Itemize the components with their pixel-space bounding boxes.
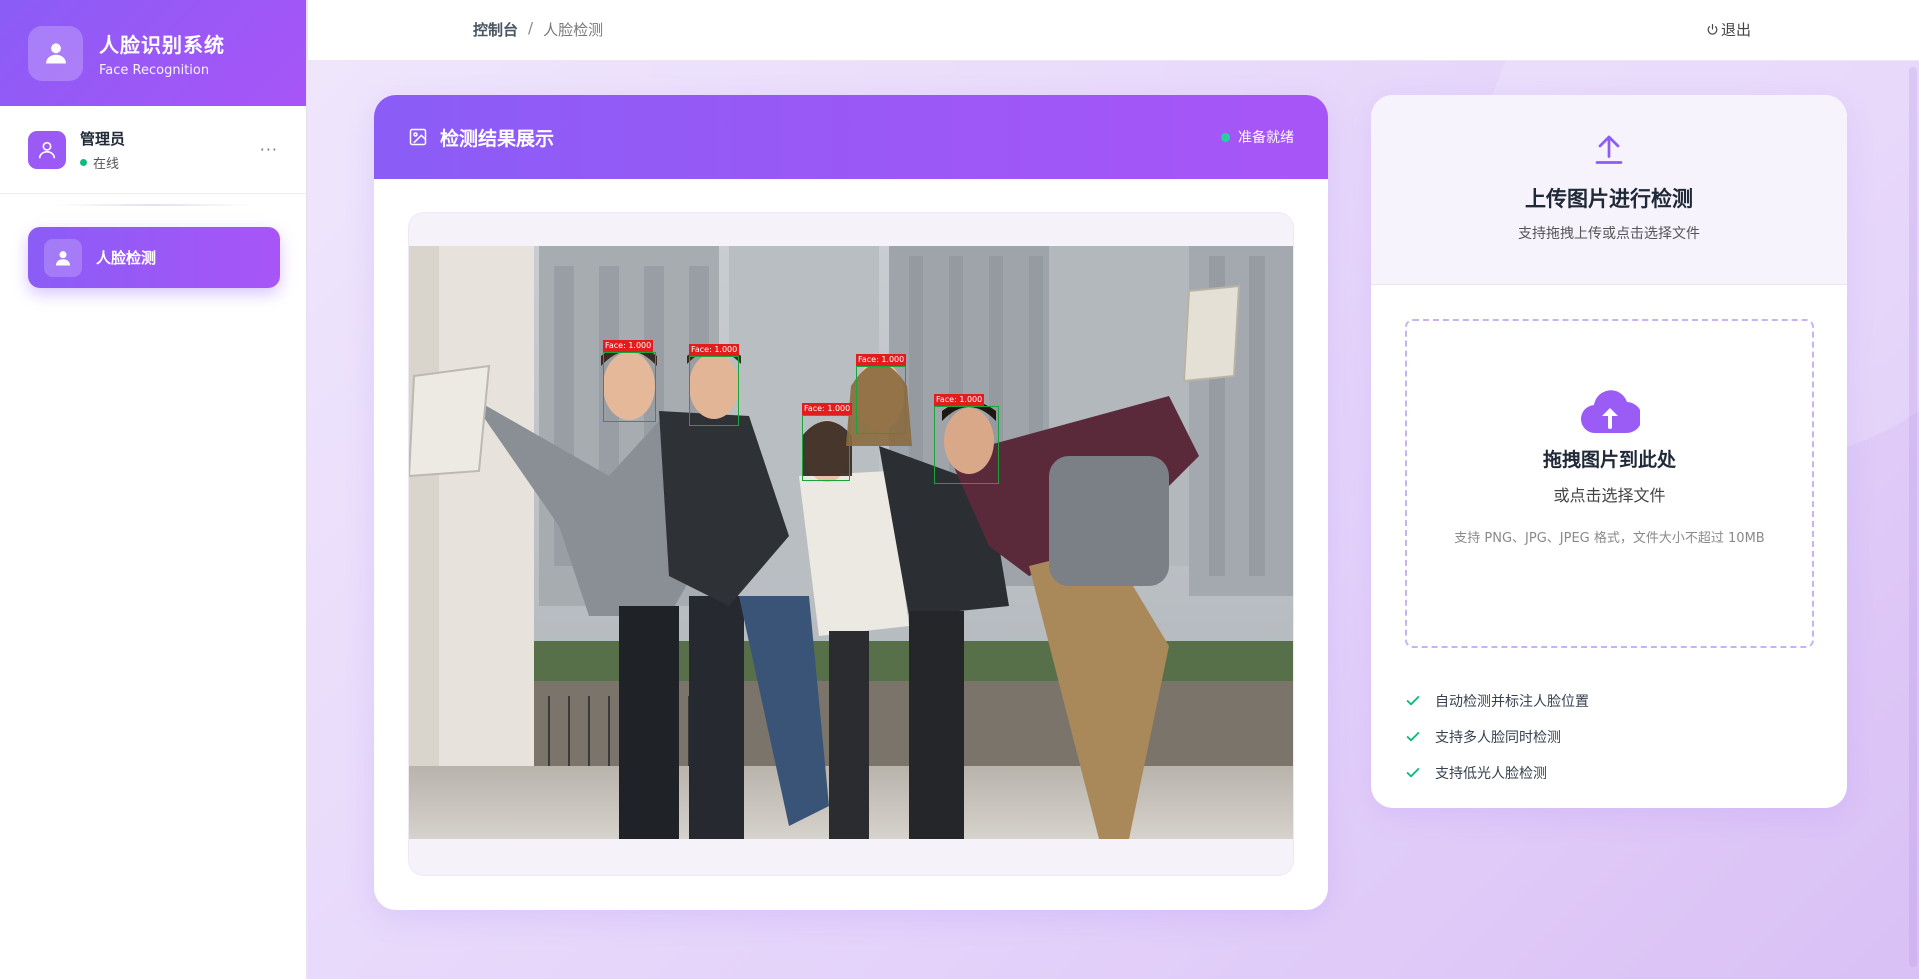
image-icon <box>409 128 427 146</box>
logout-label: 退出 <box>1720 21 1751 39</box>
breadcrumb-separator: / <box>528 19 534 37</box>
user-profile: 管理员 在线 ··· <box>0 106 306 194</box>
list-item: 支持多人脸同时检测 <box>1405 719 1589 755</box>
face-box: Face: 1.000 <box>802 403 853 481</box>
online-dot-icon <box>80 158 87 166</box>
user-name: 管理员 <box>80 129 126 148</box>
user-status-text: 在线 <box>93 156 120 172</box>
nav-item-face-detection[interactable]: 人脸检测 <box>28 227 280 288</box>
list-item: 支持低光人脸检测 <box>1405 755 1589 791</box>
dropzone-title: 拖拽图片到此处 <box>1542 449 1676 471</box>
result-header: 检测结果展示 准备就绪 <box>374 95 1328 179</box>
upload-header: 上传图片进行检测 支持拖拽上传或点击选择文件 <box>1371 95 1847 285</box>
dropzone-hint: 支持 PNG、JPG、JPEG 格式，文件大小不超过 10MB <box>1454 531 1765 546</box>
list-item: 自动检测并标注人脸位置 <box>1405 683 1589 719</box>
dropzone-subtitle: 或点击选择文件 <box>1553 486 1666 505</box>
topbar: 控制台 / 人脸检测 退出 <box>308 0 1919 61</box>
arrow-up-icon <box>1595 135 1623 164</box>
detection-result-card: 检测结果展示 准备就绪 Face: 1.000 Face: 1.000 Face… <box>374 95 1328 910</box>
face-label: Face: 1.000 <box>856 354 907 366</box>
scrollbar-thumb[interactable] <box>1909 67 1917 967</box>
scrollbar[interactable] <box>1907 61 1919 979</box>
breadcrumb: 控制台 / 人脸检测 <box>473 19 603 40</box>
upload-card: 上传图片进行检测 支持拖拽上传或点击选择文件 拖拽图片到此处 或点击选择文件 支… <box>1371 95 1847 808</box>
status-badge: 准备就绪 <box>1221 127 1294 147</box>
nav-user-icon <box>44 238 82 277</box>
brand-title: 人脸识别系统 <box>99 32 225 57</box>
sidebar: 人脸识别系统 Face Recognition 管理员 在线 ··· 人脸检测 <box>0 0 307 979</box>
brand-user-icon <box>28 25 83 81</box>
more-options-button[interactable]: ··· <box>260 140 278 159</box>
nav-item-label: 人脸检测 <box>96 249 157 267</box>
face-label: Face: 1.000 <box>934 394 985 406</box>
face-label: Face: 1.000 <box>603 340 654 352</box>
check-icon <box>1406 696 1420 706</box>
feature-text: 支持低光人脸检测 <box>1435 766 1547 782</box>
breadcrumb-root-link[interactable]: 控制台 <box>473 19 518 40</box>
check-icon <box>1406 732 1420 742</box>
avatar-user-outline-icon <box>28 130 66 169</box>
upload-subtitle: 支持拖拽上传或点击选择文件 <box>1518 226 1700 242</box>
face-box: Face: 1.000 <box>603 340 656 422</box>
result-image-frame: Face: 1.000 Face: 1.000 Face: 1.000 Face… <box>408 212 1294 876</box>
face-box: Face: 1.000 <box>689 344 740 426</box>
status-text: 准备就绪 <box>1238 130 1294 146</box>
check-icon <box>1406 768 1420 778</box>
cloud-upload-icon <box>1580 390 1640 434</box>
upload-title: 上传图片进行检测 <box>1525 187 1693 211</box>
result-title: 检测结果展示 <box>440 127 555 150</box>
logout-button[interactable]: 退出 <box>1706 19 1751 40</box>
feature-text: 支持多人脸同时检测 <box>1435 730 1561 746</box>
brand-subtitle: Face Recognition <box>99 62 210 78</box>
power-icon <box>1707 24 1718 35</box>
face-label: Face: 1.000 <box>689 344 740 356</box>
feature-list: 自动检测并标注人脸位置 支持多人脸同时检测 支持低光人脸检测 <box>1405 683 1589 791</box>
status-dot-icon <box>1221 132 1230 142</box>
detection-photo: Face: 1.000 Face: 1.000 Face: 1.000 Face… <box>409 246 1293 839</box>
face-box: Face: 1.000 <box>934 394 999 484</box>
breadcrumb-current: 人脸检测 <box>543 21 604 39</box>
face-box: Face: 1.000 <box>856 354 907 434</box>
image-dropzone[interactable]: 拖拽图片到此处 或点击选择文件 支持 PNG、JPG、JPEG 格式，文件大小不… <box>1405 319 1814 648</box>
photo-illustration <box>409 246 1293 839</box>
divider <box>53 204 253 206</box>
user-status: 在线 <box>80 153 125 172</box>
face-label: Face: 1.000 <box>802 403 853 415</box>
feature-text: 自动检测并标注人脸位置 <box>1435 694 1589 710</box>
brand-header: 人脸识别系统 Face Recognition <box>0 0 306 106</box>
